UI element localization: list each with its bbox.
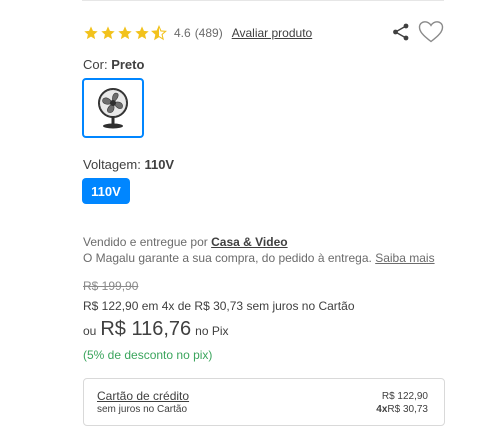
star-icon <box>101 26 115 40</box>
credit-card-subtitle: sem juros no Cartão <box>97 404 188 415</box>
rating-row: 4.6 (489) Avaliar produto <box>83 22 312 44</box>
installment-count: 4x <box>376 404 388 415</box>
voltage-selected: 110V <box>144 157 175 172</box>
learn-more-link[interactable]: Saiba mais <box>375 251 434 265</box>
color-selected: Preto <box>111 57 145 72</box>
color-label-text: Cor: <box>83 57 108 72</box>
old-price: R$ 199,90 <box>83 279 139 293</box>
rating-count: (489) <box>194 26 223 40</box>
voltage-option-110v[interactable]: 110V <box>82 178 130 204</box>
review-product-link[interactable]: Avaliar produto <box>232 26 313 40</box>
star-half-icon <box>151 25 167 41</box>
credit-card-title[interactable]: Cartão de crédito <box>97 389 189 403</box>
top-divider <box>82 0 444 1</box>
pix-prefix: ou <box>83 324 97 338</box>
fan-image <box>98 88 128 129</box>
seller-link[interactable]: Casa & Video <box>211 235 287 249</box>
seller-line: Vendido e entregue por Casa & Video <box>83 235 288 249</box>
pix-price-row: ou R$ 116,76 no Pix <box>83 318 229 344</box>
installment-value: R$ 30,73 <box>387 404 428 415</box>
heart-icon[interactable] <box>418 20 444 44</box>
pix-suffix: no Pix <box>195 324 229 338</box>
guarantee-text: O Magalu garante a sua compra, do pedido… <box>83 251 372 265</box>
star-icon <box>135 26 149 40</box>
rating-value: 4.6 <box>174 26 191 40</box>
credit-card-installment: 4xR$ 30,73 <box>376 404 428 415</box>
voltage-label: Voltagem: 110V <box>83 157 174 172</box>
color-label: Cor: Preto <box>83 57 144 72</box>
pix-discount: (5% de desconto no pix) <box>83 348 213 362</box>
star-icon <box>118 26 132 40</box>
seller-prefix: Vendido e entregue por <box>83 235 208 249</box>
star-icon <box>84 26 98 40</box>
color-swatch-preto[interactable] <box>82 78 144 138</box>
share-icon[interactable] <box>391 22 411 42</box>
guarantee-line: O Magalu garante a sua compra, do pedido… <box>83 251 435 265</box>
credit-card-total: R$ 122,90 <box>381 391 428 402</box>
installments-text: R$ 122,90 em 4x de R$ 30,73 sem juros no… <box>83 299 355 313</box>
voltage-label-text: Voltagem: <box>83 157 141 172</box>
credit-card-option[interactable]: Cartão de crédito sem juros no Cartão R$… <box>83 378 445 426</box>
pix-price: R$ 116,76 <box>100 318 192 340</box>
rating-stars <box>83 25 168 41</box>
